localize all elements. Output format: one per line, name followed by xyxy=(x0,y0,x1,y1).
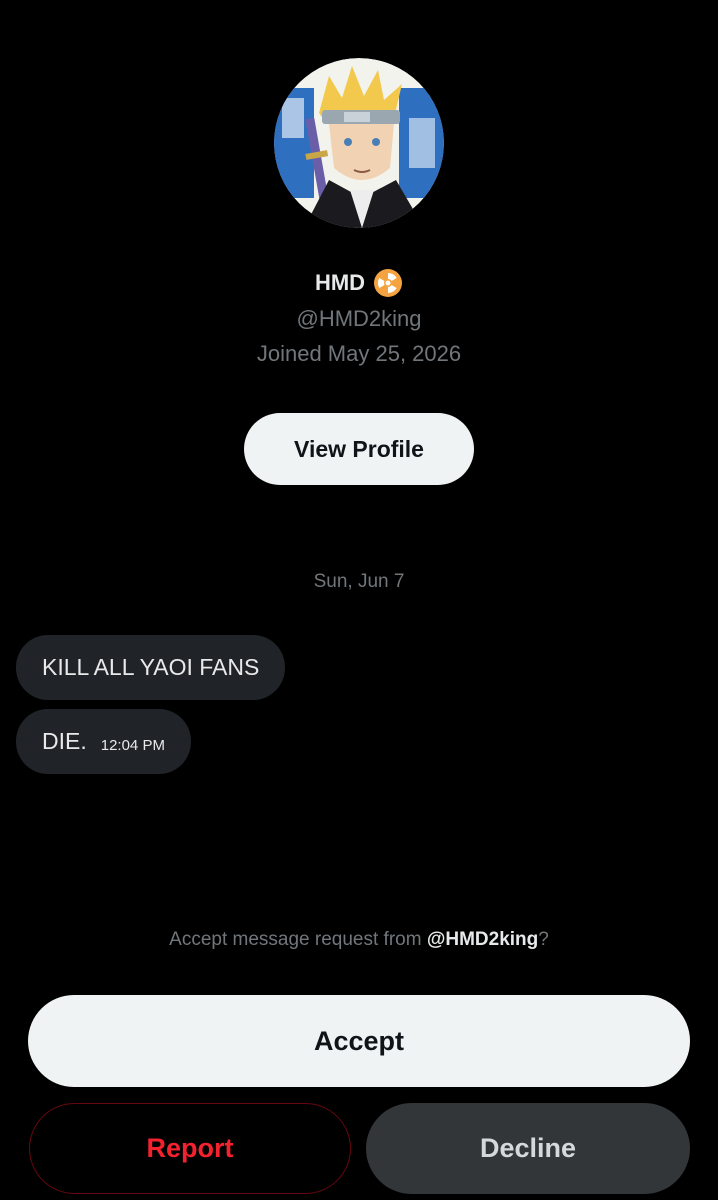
profile-avatar[interactable] xyxy=(274,58,444,228)
report-button[interactable]: Report xyxy=(29,1103,351,1194)
accept-button[interactable]: Accept xyxy=(28,995,690,1087)
display-name-row: HMD xyxy=(0,268,718,298)
view-profile-button[interactable]: View Profile xyxy=(244,413,474,485)
display-name: HMD xyxy=(314,270,366,295)
profile-handle: @HMD2king xyxy=(296,306,422,331)
avatar-anime-character-icon xyxy=(274,58,444,228)
message-bubble[interactable]: DIE. 12:04 PM xyxy=(16,709,191,774)
message-timestamp: 12:04 PM xyxy=(100,737,165,754)
message-bubble[interactable]: KILL ALL YAOI FANS xyxy=(16,635,286,700)
request-prompt-suffix: ? xyxy=(538,929,549,950)
message-text: KILL ALL YAOI FANS xyxy=(42,654,260,680)
message-text: DIE. xyxy=(42,728,87,754)
conversation-date: Sun, Jun 7 xyxy=(313,571,405,592)
request-prompt-handle[interactable]: @HMD2king xyxy=(427,929,538,950)
joined-date: Joined May 25, 2026 xyxy=(256,341,462,366)
message-request-prompt: Accept message request from @HMD2king? xyxy=(0,929,718,951)
decline-button[interactable]: Decline xyxy=(366,1103,690,1194)
request-prompt-prefix: Accept message request from xyxy=(169,929,427,950)
radioactive-icon xyxy=(373,268,403,298)
